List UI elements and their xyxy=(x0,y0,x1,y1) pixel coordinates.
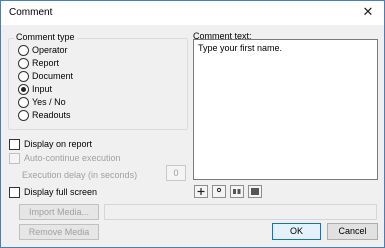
remove-media-button: Remove Media xyxy=(19,224,99,240)
grid-large-icon xyxy=(251,188,259,195)
insert-large-grid-button[interactable] xyxy=(248,185,262,198)
checkbox-box xyxy=(9,153,20,164)
checkbox-label: Display full screen xyxy=(24,187,98,197)
degree-icon xyxy=(216,187,222,193)
comment-type-legend: Comment type xyxy=(14,32,77,42)
radio-circle[interactable] xyxy=(18,97,29,108)
insert-degree-button[interactable] xyxy=(212,185,226,198)
radio-circle[interactable] xyxy=(18,110,29,121)
checkbox-box[interactable] xyxy=(9,187,20,198)
radio-label: Input xyxy=(32,84,53,94)
import-media-button: Import Media... xyxy=(19,204,99,220)
insert-small-grid-button[interactable] xyxy=(230,185,244,198)
close-icon[interactable]: ✕ xyxy=(360,4,376,20)
radio-label: Report xyxy=(32,58,60,68)
radio-label: Operator xyxy=(32,45,68,55)
ok-button[interactable]: OK xyxy=(272,223,321,240)
radio-circle[interactable] xyxy=(18,58,29,69)
comment-dialog: Comment ✕ Comment type Operator Report D… xyxy=(0,0,385,248)
checkbox-box[interactable] xyxy=(9,139,20,150)
grid-small-icon xyxy=(233,189,241,194)
cancel-button[interactable]: Cancel xyxy=(327,223,378,240)
execution-delay-input: 0 xyxy=(166,165,186,181)
title-bar: Comment ✕ xyxy=(1,1,384,25)
checkbox-label: Display on report xyxy=(24,139,93,149)
radio-circle[interactable] xyxy=(18,71,29,82)
plus-icon xyxy=(197,188,205,195)
radio-circle-selected[interactable] xyxy=(18,84,29,95)
radio-circle[interactable] xyxy=(18,45,29,56)
window-title: Comment xyxy=(9,7,53,18)
execution-delay-label: Execution delay (in seconds) xyxy=(22,170,138,180)
media-path-field xyxy=(104,204,377,220)
radio-label: Document xyxy=(32,71,74,81)
radio-label: Yes / No xyxy=(32,97,66,107)
radio-label: Readouts xyxy=(32,110,71,120)
insert-plus-button[interactable] xyxy=(194,185,208,198)
comment-text-area[interactable]: Type your first name. xyxy=(193,39,378,180)
checkbox-label: Auto-continue execution xyxy=(24,153,121,163)
